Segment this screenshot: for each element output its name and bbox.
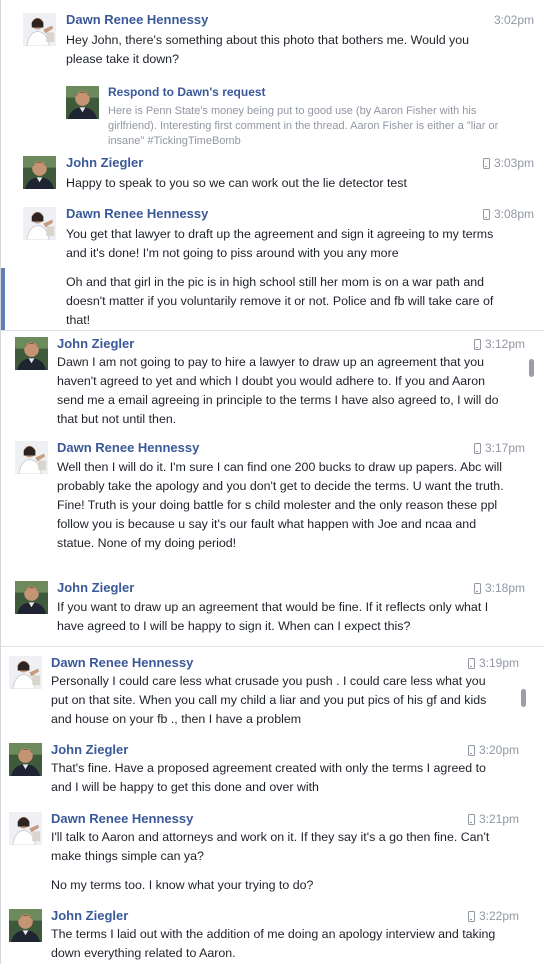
sender-name[interactable]: Dawn Renee Hennessy bbox=[51, 811, 193, 826]
mobile-phone-icon bbox=[482, 208, 490, 220]
sender-name[interactable]: John Ziegler bbox=[57, 336, 134, 351]
message-timestamp: 3:02pm bbox=[494, 13, 534, 27]
mobile-phone-icon bbox=[473, 338, 481, 350]
timestamp-text: 3:20pm bbox=[478, 743, 519, 757]
sender-name[interactable]: John Ziegler bbox=[51, 742, 128, 757]
sender-name[interactable]: Dawn Renee Hennessy bbox=[66, 12, 208, 27]
message-text: If you want to draw up an agreement that… bbox=[57, 600, 489, 633]
sender-name[interactable]: John Ziegler bbox=[66, 155, 143, 170]
shared-post-attachment[interactable]: Respond to Dawn's request Here is Penn St… bbox=[66, 85, 526, 155]
mobile-phone-icon bbox=[473, 442, 481, 454]
message-text: That's fine. Have a proposed agreement c… bbox=[51, 761, 486, 794]
active-thread-indicator bbox=[1, 268, 5, 330]
avatar[interactable] bbox=[23, 13, 56, 46]
sender-name[interactable]: Dawn Renee Hennessy bbox=[66, 206, 208, 221]
message-text: I'll talk to Aaron and attorneys and wor… bbox=[51, 830, 490, 863]
mobile-phone-icon bbox=[467, 657, 475, 669]
sender-name[interactable]: John Ziegler bbox=[57, 580, 134, 595]
message-timestamp: 3:17pm bbox=[473, 441, 525, 455]
avatar[interactable] bbox=[15, 441, 48, 474]
message-text: You get that lawyer to draft up the agre… bbox=[66, 227, 494, 260]
scrollbar-thumb[interactable] bbox=[529, 359, 534, 377]
message-text: Oh and that girl in the pic is in high s… bbox=[66, 275, 494, 327]
message-timestamp: 3:22pm bbox=[467, 909, 519, 923]
message-timestamp: 3:19pm bbox=[467, 656, 519, 670]
mobile-phone-icon bbox=[467, 813, 475, 825]
message-text: Hey John, there's something about this p… bbox=[66, 33, 470, 66]
attachment-description: Here is Penn State's money being put to … bbox=[108, 105, 499, 147]
message-timestamp: 3:03pm bbox=[482, 156, 534, 170]
timestamp-text: 3:19pm bbox=[478, 656, 519, 670]
avatar[interactable] bbox=[15, 581, 48, 614]
sender-name[interactable]: Dawn Renee Hennessy bbox=[57, 440, 199, 455]
timestamp-text: 3:22pm bbox=[478, 909, 519, 923]
timestamp-text: 3:03pm bbox=[493, 156, 534, 170]
timestamp-text: 3:08pm bbox=[493, 207, 534, 221]
avatar[interactable] bbox=[9, 656, 42, 689]
avatar[interactable] bbox=[15, 337, 48, 370]
timestamp-text: 3:18pm bbox=[484, 581, 525, 595]
timestamp-text: 3:17pm bbox=[484, 441, 525, 455]
scrollbar-thumb[interactable] bbox=[521, 689, 526, 707]
mobile-phone-icon bbox=[473, 582, 481, 594]
message-text: No my terms too. I know what your trying… bbox=[51, 878, 314, 892]
avatar[interactable] bbox=[23, 156, 56, 189]
avatar[interactable] bbox=[23, 207, 56, 240]
timestamp-text: 3:12pm bbox=[484, 337, 525, 351]
message-timestamp: 3:21pm bbox=[467, 812, 519, 826]
timestamp-text: 3:21pm bbox=[478, 812, 519, 826]
sender-name[interactable]: Dawn Renee Hennessy bbox=[51, 655, 193, 670]
mobile-phone-icon bbox=[467, 910, 475, 922]
message-timestamp: 3:18pm bbox=[473, 581, 525, 595]
message-text: Personally I could care less what crusad… bbox=[51, 674, 487, 726]
attachment-thumbnail[interactable] bbox=[66, 86, 99, 119]
avatar[interactable] bbox=[9, 743, 42, 776]
message-text: The terms I laid out with the addition o… bbox=[51, 927, 496, 960]
message-text: Dawn I am not going to pay to hire a law… bbox=[57, 355, 499, 426]
message-timestamp: 3:08pm bbox=[482, 207, 534, 221]
mobile-phone-icon bbox=[482, 157, 490, 169]
message-text: Happy to speak to you so we can work out… bbox=[66, 176, 407, 190]
mobile-phone-icon bbox=[467, 744, 475, 756]
message-text: Well then I will do it. I'm sure I can f… bbox=[57, 460, 504, 550]
attachment-title[interactable]: Respond to Dawn's request bbox=[108, 85, 266, 99]
timestamp-text: 3:02pm bbox=[493, 13, 534, 27]
message-timestamp: 3:12pm bbox=[473, 337, 525, 351]
message-timestamp: 3:20pm bbox=[467, 743, 519, 757]
avatar[interactable] bbox=[9, 812, 42, 845]
sender-name[interactable]: John Ziegler bbox=[51, 908, 128, 923]
avatar[interactable] bbox=[9, 909, 42, 942]
